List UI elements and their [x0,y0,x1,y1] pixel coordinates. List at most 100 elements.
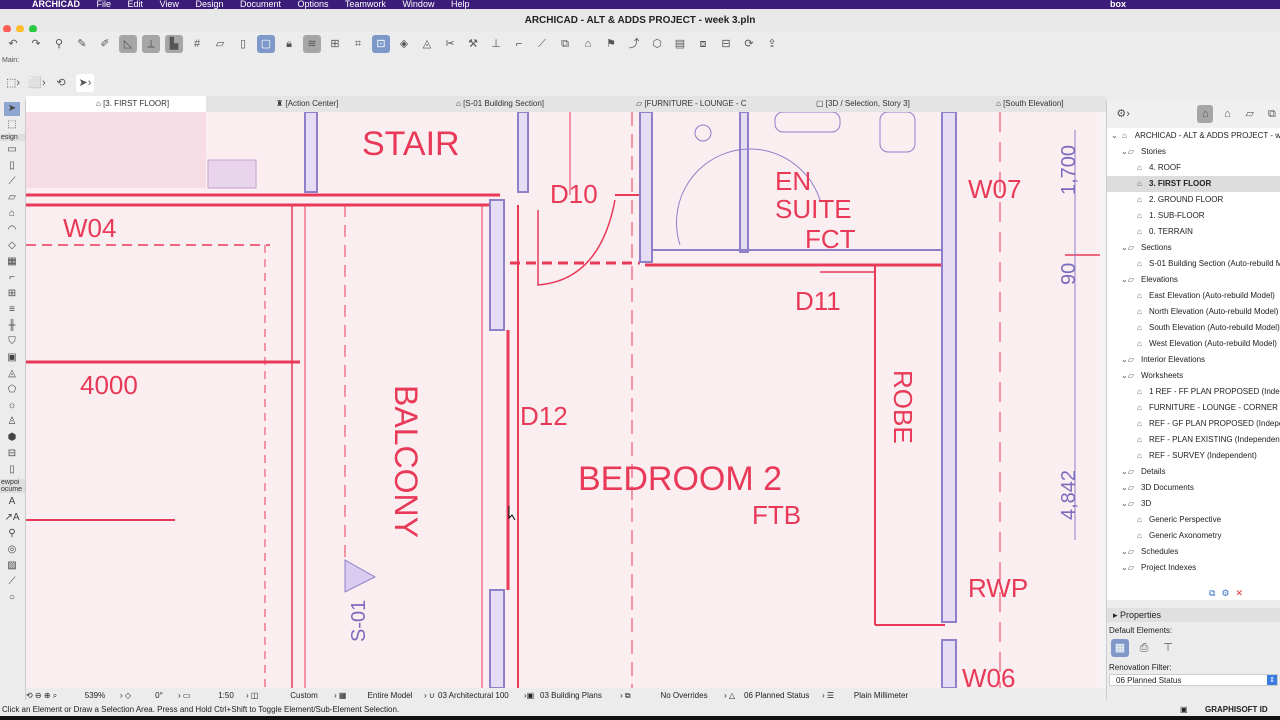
renovation-filter-select[interactable]: 06 Planned Status ⇕ [1109,674,1278,686]
stair-tool[interactable]: ≡ [4,303,20,317]
label-tool[interactable]: ↗A [4,511,20,525]
mesh-tool[interactable]: ◬ [4,367,20,381]
group-icon[interactable]: ▤ [671,35,689,53]
renovation-icon[interactable]: ◬ [418,35,436,53]
nav-item[interactable]: ⌄▱ Schedules [1107,544,1280,560]
nav-item[interactable]: ⌄▱ Interior Elevations [1107,352,1280,368]
shell-tool[interactable]: ◠ [4,223,20,237]
nav-item[interactable]: ⌄▱ Elevations [1107,272,1280,288]
menu-window[interactable]: Window [402,0,434,9]
column-tool[interactable]: ▯ [4,159,20,173]
align-icon[interactable]: ⊟ [717,35,735,53]
nav-item[interactable]: ⌂ North Elevation (Auto-rebuild Model) [1107,304,1280,320]
door-tool[interactable]: ⌐ [4,271,20,285]
publisher-icon[interactable]: ⧉ [1264,105,1280,123]
dimension-point-tool[interactable]: ⚲ [4,527,20,541]
model-view-icon[interactable]: ⊡ [372,34,390,53]
nav-item[interactable]: ⌂ 1. SUB-FLOOR [1107,208,1280,224]
split-icon[interactable]: ✂ [441,35,459,53]
marquee-tool[interactable]: ⬚ [4,118,20,132]
nav-item[interactable]: ⌂ REF - PLAN EXISTING (Independent) [1107,432,1280,448]
offset-icon[interactable]: ⟋ [533,35,551,53]
menu-view[interactable]: View [160,0,179,9]
navigator-menu-icon[interactable]: ⚙› [1115,105,1131,123]
nav-item[interactable]: ⌂ FURNITURE - LOUNGE - CORNER [1107,400,1280,416]
structure-icon[interactable]: ⊤ [1159,639,1177,657]
roof-icon[interactable]: ⌂ [579,35,597,53]
menu-file[interactable]: File [97,0,112,9]
wall-tool[interactable]: ▭ [4,143,20,157]
nav-item[interactable]: ⌂ REF - GF PLAN PROPOSED (Independent) [1107,416,1280,432]
3d-view-icon[interactable]: ◈ [395,35,413,53]
zoom-level[interactable]: 539% [70,691,120,700]
pick-up-icon[interactable]: ⚲ [50,35,68,53]
scale-value[interactable]: 1:50 [206,691,246,700]
tab-south-elevation[interactable]: ⌂ [South Elevation] [926,96,1106,112]
rotate-orbit-icon[interactable]: ⟲ [52,74,70,92]
grid-tool[interactable]: ⊟ [4,447,20,461]
nav-item[interactable]: ⌄▱ Worksheets [1107,368,1280,384]
object-tool[interactable]: ⛉ [4,335,20,349]
menu-options[interactable]: Options [298,0,329,9]
beam-tool[interactable]: ⟋ [4,175,20,189]
nav-item[interactable]: ⌂ 4. ROOF [1107,160,1280,176]
dimension-standard[interactable]: Plain Millimeter [846,691,916,700]
nav-new-icon[interactable]: ⧉ [1209,588,1215,599]
adjust-icon[interactable]: ⚒ [464,35,482,53]
nav-item[interactable]: ⌄▱ 3D [1107,496,1280,512]
eyedropper-icon[interactable]: ✎ [73,35,91,53]
explode-icon[interactable]: ⧉ [556,35,574,53]
nav-item[interactable]: ⌂ Generic Perspective [1107,512,1280,528]
tab-action-center[interactable]: ♜ [Action Center] [206,96,386,112]
intersect-icon[interactable]: ⊥ [487,35,505,53]
nav-item[interactable]: ⌂ 2. GROUND FLOOR [1107,192,1280,208]
guide-lines-icon[interactable]: ◺ [119,34,137,53]
graphisoft-id[interactable]: GRAPHISOFT ID [1205,703,1268,716]
arrow-tool-icon[interactable]: ➤› [76,74,94,92]
floor-plan-canvas[interactable]: STAIR BEDROOM 2 D10 EN SUITE FCT W07 W04… [26,112,1100,688]
edit-plane-icon[interactable]: ▯ [234,35,252,53]
menu-document[interactable]: Document [240,0,281,9]
flag-icon[interactable]: ⚑ [602,35,620,53]
shape-icon[interactable]: ⬡ [648,35,666,53]
area-select-icon[interactable]: ⬜› [28,74,46,92]
nav-delete-icon[interactable]: ✕ [1236,588,1244,599]
angle-value[interactable]: 0° [140,691,178,700]
box-icon[interactable]: box [1110,0,1126,9]
figure-tool[interactable]: ♙ [4,415,20,429]
zoom-controls-icon[interactable]: ⟲ ⊖ ⊕ ⌕ [26,691,70,701]
nav-item[interactable]: ⌂ West Elevation (Auto-rebuild Model) [1107,336,1280,352]
tab-furniture-worksheet[interactable]: ▱ [FURNITURE - LOUNGE - CORNER] [566,96,746,112]
trace-icon[interactable]: ⌗ [349,35,367,53]
lamp-tool[interactable]: ☼ [4,399,20,413]
project-map-icon[interactable]: ⌂ [1197,105,1214,123]
nav-settings-icon[interactable]: ⚙ [1221,588,1229,599]
renovation-status[interactable]: 06 Planned Status [744,691,822,700]
layer-combo[interactable]: Custom [274,691,334,700]
tab-first-floor[interactable]: ⌂ [3. FIRST FLOOR] [26,96,206,112]
text-tool[interactable]: A [4,495,20,509]
redo-icon[interactable]: ↷ [27,35,45,53]
window-tool[interactable]: ⊞ [4,287,20,301]
syringe-icon[interactable]: ✐ [96,35,114,53]
roof-tool[interactable]: ⌂ [4,207,20,221]
curtain-wall-tool[interactable]: ▦ [4,255,20,269]
lock-icon[interactable]: 🔒︎ [280,35,298,53]
menu-design[interactable]: Design [195,0,223,9]
mvo-value[interactable]: 03 Building Plans [540,691,620,700]
nav-project-root[interactable]: ⌄⌂ ARCHICAD - ALT & ADDS PROJECT - week … [1107,128,1280,144]
view-map-icon[interactable]: ⌂ [1219,105,1235,123]
default-elements-icon[interactable]: ▦ [1111,639,1129,657]
layout-book-icon[interactable]: ▱ [1242,105,1258,123]
menu-help[interactable]: Help [451,0,470,9]
zone-tool[interactable]: ▣ [4,351,20,365]
nav-item[interactable]: ⌂ 0. TERRAIN [1107,224,1280,240]
line-tool[interactable]: ⟋ [4,575,20,589]
skylight-tool[interactable]: ◇ [4,239,20,253]
nav-item[interactable]: ⌂ Generic Axonometry [1107,528,1280,544]
menu-edit[interactable]: Edit [128,0,144,9]
fillet-icon[interactable]: ⌐ [510,35,528,53]
morph-tool[interactable]: ⬠ [4,383,20,397]
tab-building-section[interactable]: ⌂ [S-01 Building Section] [386,96,566,112]
publish-icon[interactable]: ⇪ [763,35,781,53]
